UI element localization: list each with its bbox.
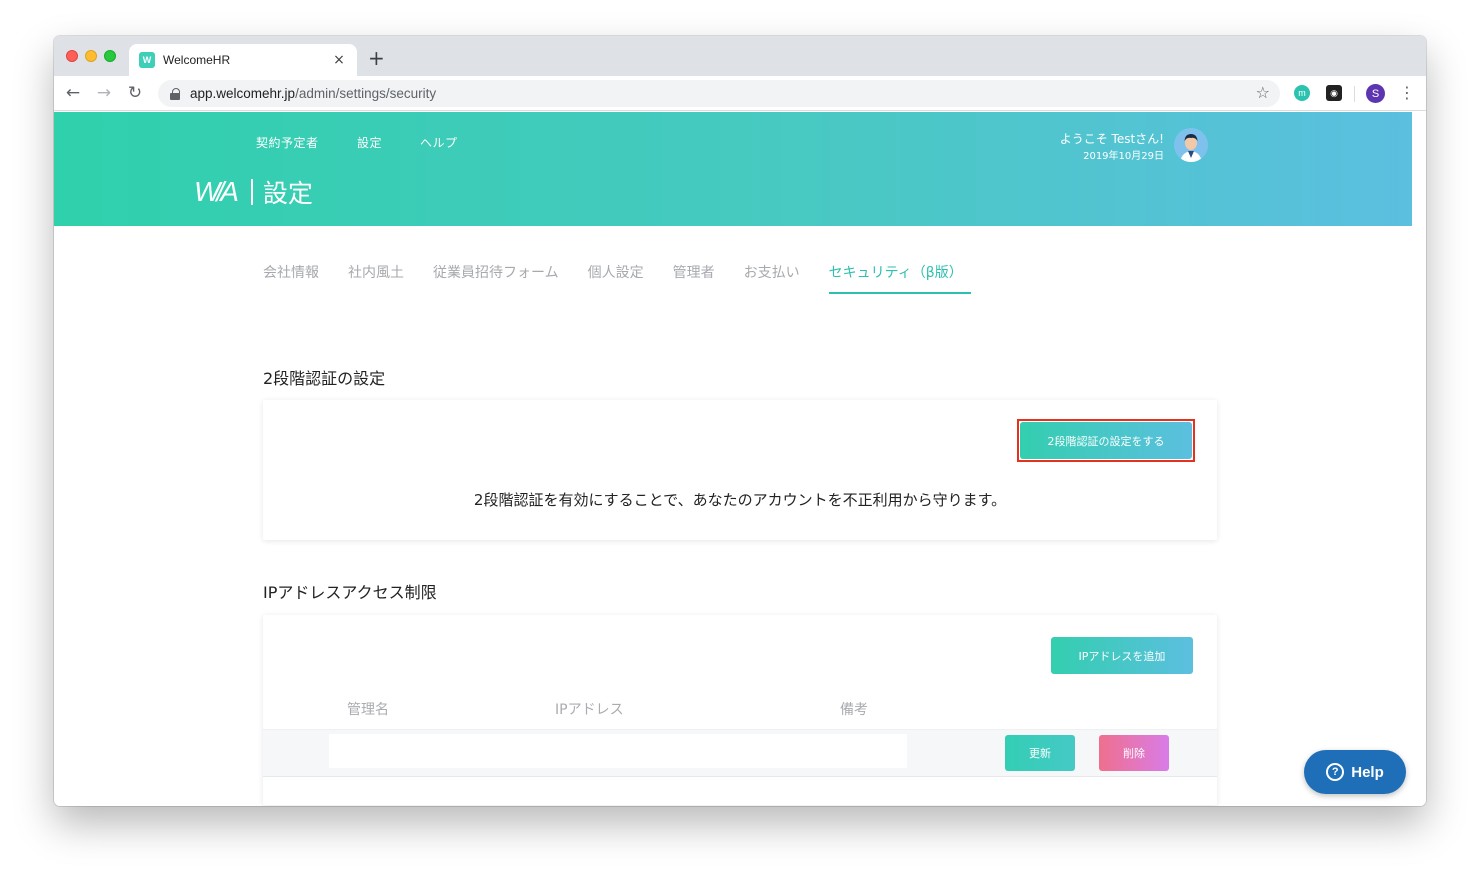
url-text: app.welcomehr.jp/admin/settings/security bbox=[190, 86, 436, 101]
back-arrow-icon[interactable]: ← bbox=[62, 82, 84, 104]
ip-row-input[interactable] bbox=[329, 734, 907, 768]
tab-strip: W WelcomeHR × + bbox=[54, 36, 1426, 76]
ip-restriction-card: IPアドレスを追加 管理名 IPアドレス 備考 更新 削除 bbox=[263, 615, 1217, 805]
nav-link-settings[interactable]: 設定 bbox=[357, 134, 382, 151]
column-header-name: 管理名 bbox=[347, 702, 389, 718]
tab-close-icon[interactable]: × bbox=[331, 52, 347, 68]
tab-company-culture[interactable]: 社内風土 bbox=[348, 262, 404, 294]
lock-icon bbox=[170, 87, 180, 100]
welcome-message: ようこそ Testさん! bbox=[1059, 132, 1164, 146]
settings-tabs: 会社情報 社内風土 従業員招待フォーム 個人設定 管理者 お支払い セキュリティ… bbox=[263, 262, 1000, 294]
column-header-ip: IPアドレス bbox=[555, 702, 624, 718]
tab-personal-settings[interactable]: 個人設定 bbox=[588, 262, 644, 294]
table-row: 更新 削除 bbox=[263, 729, 1217, 777]
maximize-window-button[interactable] bbox=[104, 50, 116, 62]
browser-toolbar: ← → ↻ app.welcomehr.jp/admin/settings/se… bbox=[54, 76, 1426, 111]
profile-avatar[interactable]: S bbox=[1366, 84, 1385, 103]
reload-icon[interactable]: ↻ bbox=[124, 82, 146, 104]
tab-administrators[interactable]: 管理者 bbox=[673, 262, 715, 294]
current-date: 2019年10月29日 bbox=[1083, 151, 1164, 162]
update-button[interactable]: 更新 bbox=[1005, 735, 1075, 771]
nav-link-help[interactable]: ヘルプ bbox=[420, 134, 458, 151]
user-avatar[interactable] bbox=[1174, 128, 1208, 162]
welcomehr-logo[interactable]: W/A bbox=[194, 176, 239, 208]
minimize-window-button[interactable] bbox=[85, 50, 97, 62]
new-tab-button[interactable]: + bbox=[368, 48, 385, 68]
help-button-label: Help bbox=[1351, 763, 1384, 781]
toolbar-divider bbox=[1354, 86, 1355, 102]
browser-window: W WelcomeHR × + ← → ↻ app.welcomehr.jp/a… bbox=[54, 36, 1426, 806]
logo-divider bbox=[250, 179, 253, 205]
browser-menu-icon[interactable]: ⋮ bbox=[1399, 83, 1415, 102]
add-ip-address-button[interactable]: IPアドレスを追加 bbox=[1051, 637, 1193, 674]
page-content: 契約予定者 設定 ヘルプ W/A 設定 ようこそ Testさん! 2019年10… bbox=[54, 112, 1426, 806]
tab-security[interactable]: セキュリティ（β版） bbox=[828, 262, 971, 294]
tab-title: WelcomeHR bbox=[163, 53, 231, 67]
delete-button[interactable]: 削除 bbox=[1099, 735, 1169, 771]
tab-payment[interactable]: お支払い bbox=[744, 262, 800, 294]
browser-tab[interactable]: W WelcomeHR × bbox=[129, 44, 357, 76]
two-factor-description: 2段階認証を有効にすることで、あなたのアカウントを不正利用から守ります。 bbox=[473, 491, 1007, 509]
close-window-button[interactable] bbox=[66, 50, 78, 62]
highlight-box bbox=[1017, 419, 1195, 462]
two-factor-section-title: 2段階認証の設定 bbox=[263, 369, 386, 388]
question-mark-icon: ? bbox=[1326, 763, 1345, 781]
logo-title-group: W/A 設定 bbox=[194, 176, 313, 208]
user-avatar-icon bbox=[1174, 128, 1208, 162]
url-host: app.welcomehr.jp bbox=[190, 86, 296, 101]
page-title: 設定 bbox=[262, 179, 313, 208]
url-path: /admin/settings/security bbox=[295, 86, 437, 101]
extension-owl-icon[interactable]: ◉ bbox=[1326, 85, 1342, 101]
two-factor-card: 2段階認証の設定をする 2段階認証を有効にすることで、あなたのアカウントを不正利… bbox=[263, 400, 1217, 540]
welcomehr-favicon-icon: W bbox=[139, 52, 155, 68]
tab-company-info[interactable]: 会社情報 bbox=[263, 262, 319, 294]
help-button[interactable]: ? Help bbox=[1304, 750, 1406, 794]
tab-invite-form[interactable]: 従業員招待フォーム bbox=[433, 262, 559, 294]
ip-restriction-section-title: IPアドレスアクセス制限 bbox=[263, 583, 437, 602]
header-banner: 契約予定者 設定 ヘルプ W/A 設定 ようこそ Testさん! 2019年10… bbox=[54, 112, 1412, 226]
welcome-block: ようこそ Testさん! 2019年10月29日 bbox=[1060, 130, 1164, 166]
address-bar[interactable]: app.welcomehr.jp/admin/settings/security… bbox=[158, 80, 1280, 107]
nav-link-prospects[interactable]: 契約予定者 bbox=[256, 134, 319, 151]
column-header-notes: 備考 bbox=[840, 702, 868, 718]
extension-m-icon[interactable]: m bbox=[1294, 85, 1310, 101]
bookmark-star-icon[interactable]: ☆ bbox=[1256, 83, 1270, 102]
forward-arrow-icon[interactable]: → bbox=[93, 82, 115, 104]
